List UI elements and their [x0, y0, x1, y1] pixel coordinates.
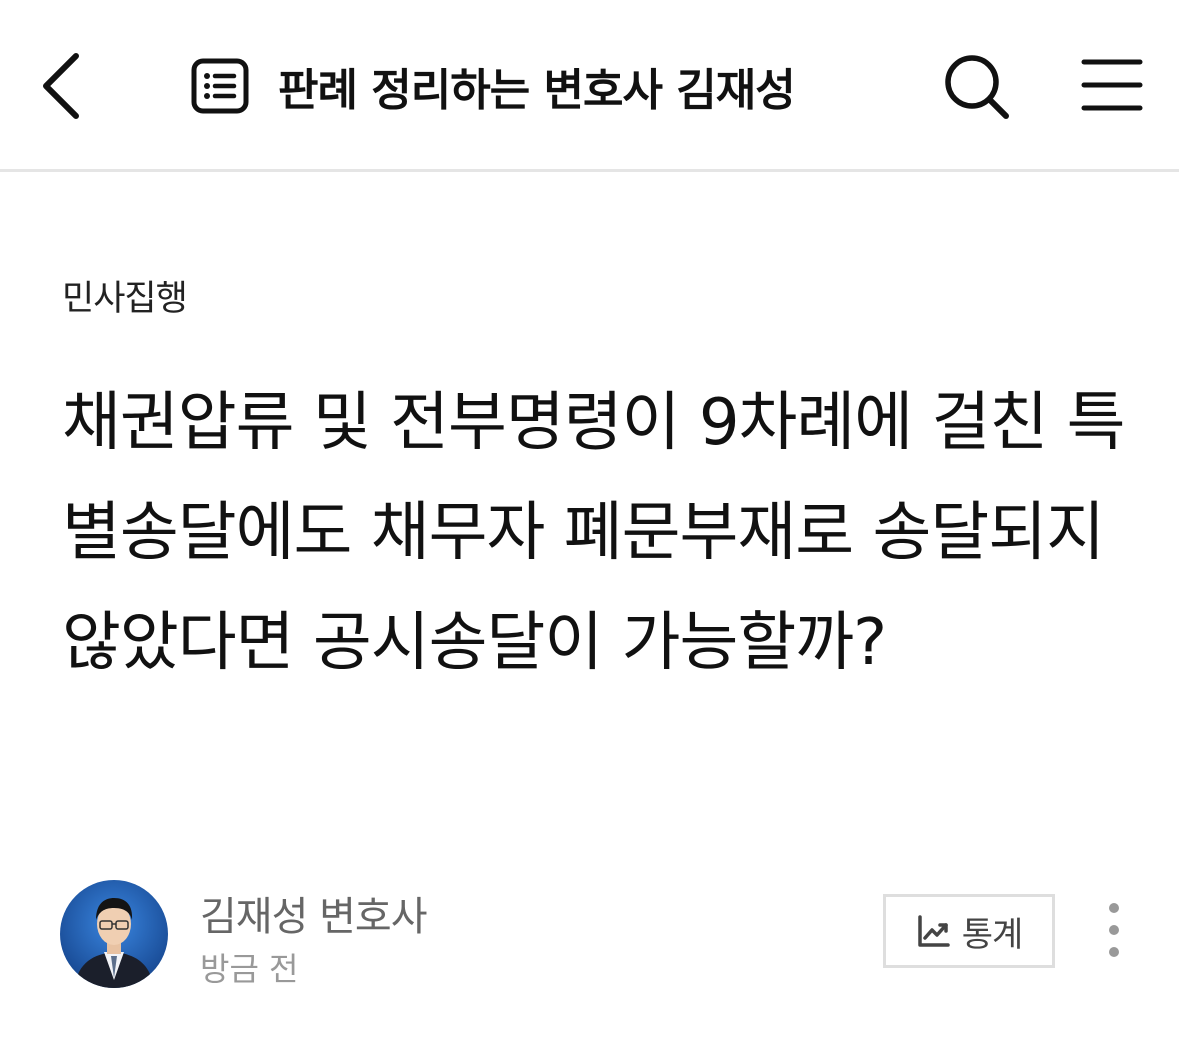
post-timestamp: 방금 전 — [200, 950, 299, 988]
top-bar: 판례 정리하는 변호사 김재성 — [0, 0, 1179, 172]
search-icon — [945, 55, 1009, 119]
list-document-icon — [191, 58, 249, 114]
trend-chart-icon — [917, 915, 950, 947]
back-button[interactable] — [30, 48, 94, 124]
hamburger-menu-icon — [1081, 59, 1143, 111]
search-button[interactable] — [940, 50, 1012, 122]
menu-button[interactable] — [1080, 54, 1144, 118]
post-category[interactable]: 민사집행 — [62, 270, 188, 321]
stats-label: 통계 — [961, 914, 1024, 955]
author-avatar-image — [60, 880, 168, 988]
more-options-button[interactable] — [1094, 898, 1134, 962]
author-name[interactable]: 김재성 변호사 — [200, 884, 428, 942]
more-vertical-icon — [1109, 903, 1119, 957]
chevron-left-icon — [43, 53, 79, 119]
blog-title: 판례 정리하는 변호사 김재성 — [278, 65, 796, 116]
post-title: 채권압류 및 전부명령이 9차례에 걸친 특별송달에도 채무자 폐문부재로 송달… — [62, 386, 1126, 680]
blog-title-link[interactable]: 판례 정리하는 변호사 김재성 — [190, 52, 796, 120]
stats-button[interactable]: 통계 — [883, 894, 1055, 968]
author-avatar[interactable] — [60, 880, 168, 988]
